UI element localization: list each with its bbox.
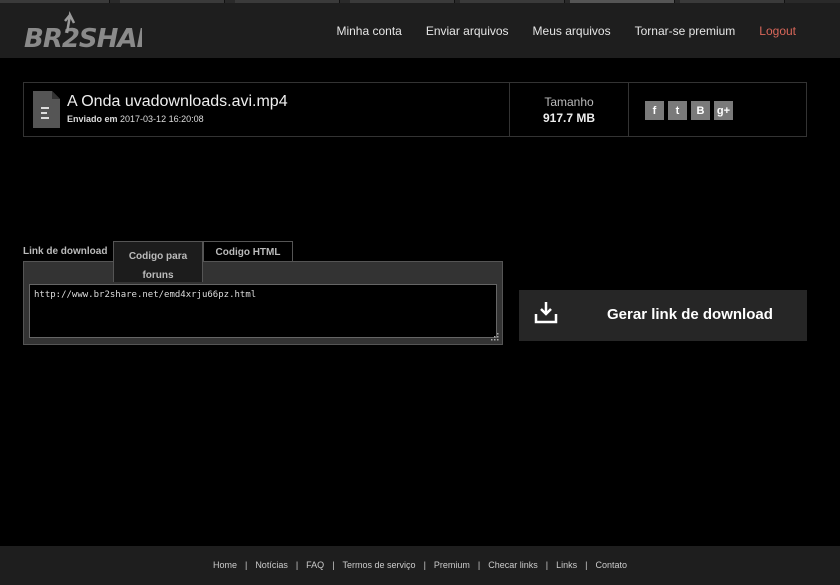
footer-link-premium[interactable]: Premium <box>434 560 470 570</box>
footer-links: Home | Notícias | FAQ | Termos de serviço | Prem… <box>0 560 840 570</box>
sent-label: Enviado em <box>67 114 118 124</box>
generate-download-link-button[interactable]: Gerar link de download <box>519 290 807 341</box>
nav-enviar-arquivos[interactable]: Enviar arquivos <box>426 24 509 38</box>
code-panel: http://www.br2share.net/emd4xrju66pz.htm… <box>23 261 503 345</box>
social-share-group: f t B g+ <box>645 101 737 120</box>
file-name: A Onda uvadownloads.avi.mp4 <box>67 93 288 110</box>
footer-separator: | <box>244 560 248 570</box>
sent-date: 2017-03-12 16:20:08 <box>120 114 204 124</box>
size-value: 917.7 MB <box>542 111 596 125</box>
top-nav: Minha conta Enviar arquivos Meus arquivo… <box>336 3 840 58</box>
nav-meus-arquivos[interactable]: Meus arquivos <box>533 24 611 38</box>
download-tray-icon <box>534 302 558 324</box>
tab-codigo-para-foruns[interactable]: Codigo para foruns <box>113 241 203 282</box>
svg-text:BR2SHARE: BR2SHARE <box>24 24 142 53</box>
nav-tornar-se-premium[interactable]: Tornar-se premium <box>635 24 736 38</box>
link-code-textarea[interactable]: http://www.br2share.net/emd4xrju66pz.htm… <box>29 284 497 338</box>
footer-link-contato[interactable]: Contato <box>596 560 628 570</box>
file-info-panel: A Onda uvadownloads.avi.mp4 Enviado em 2… <box>23 82 807 137</box>
footer-separator: | <box>477 560 481 570</box>
tab-codigo-html[interactable]: Codigo HTML <box>203 241 293 262</box>
br2share-logo[interactable]: BR2SHARE <box>24 11 142 53</box>
size-label: Tamanho <box>544 95 594 109</box>
footer-separator: | <box>423 560 426 570</box>
footer-separator: | <box>295 560 299 570</box>
divider <box>509 83 510 136</box>
blogger-icon[interactable]: B <box>691 101 710 120</box>
footer-link-termos[interactable]: Termos de serviço <box>343 560 416 570</box>
footer-separator: | <box>545 560 549 570</box>
footer-separator: | <box>585 560 588 570</box>
footer-link-noticias[interactable]: Notícias <box>255 560 288 570</box>
footer-link-links[interactable]: Links <box>556 560 577 570</box>
facebook-icon[interactable]: f <box>645 101 664 120</box>
nav-logout[interactable]: Logout <box>759 24 796 38</box>
footer-separator: | <box>332 560 335 570</box>
file-upload-date: Enviado em 2017-03-12 16:20:08 <box>67 114 204 124</box>
twitter-icon[interactable]: t <box>668 101 687 120</box>
footer-link-checar-links[interactable]: Checar links <box>488 560 538 570</box>
footer-link-faq[interactable]: FAQ <box>306 560 324 570</box>
google-plus-icon[interactable]: g+ <box>714 101 733 120</box>
document-icon <box>33 91 60 128</box>
tab-link-de-download[interactable]: Link de download <box>23 241 113 262</box>
divider <box>628 83 629 136</box>
footer-link-home[interactable]: Home <box>213 560 237 570</box>
generate-button-label: Gerar link de download <box>607 306 773 323</box>
site-footer: Home | Notícias | FAQ | Termos de serviço | Prem… <box>0 546 840 585</box>
site-header: BR2SHARE Minha conta Enviar arquivos Meu… <box>0 3 840 58</box>
resize-grip-icon[interactable] <box>491 333 499 341</box>
nav-minha-conta[interactable]: Minha conta <box>336 24 401 38</box>
